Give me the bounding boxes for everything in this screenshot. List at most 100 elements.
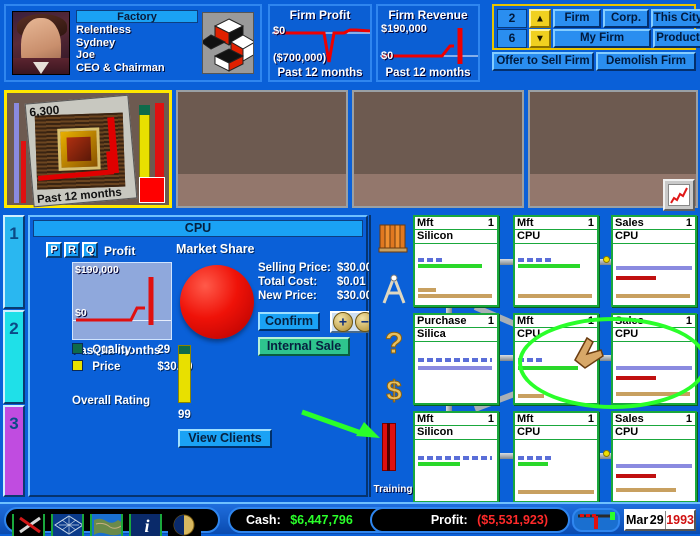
product-button[interactable]: Product bbox=[653, 29, 700, 48]
prq-p-button[interactable]: P bbox=[46, 242, 62, 258]
line-chart-icon[interactable] bbox=[663, 179, 695, 211]
offer-to-sell-firm-button[interactable]: Offer to Sell Firm bbox=[492, 52, 594, 71]
tab-3[interactable]: 3 bbox=[3, 405, 25, 497]
firm-button[interactable]: Firm bbox=[553, 9, 601, 28]
tab-1[interactable]: 1 bbox=[3, 215, 25, 309]
world-map-icon[interactable] bbox=[90, 514, 123, 536]
firm-profit-title: Firm Profit bbox=[289, 8, 351, 22]
dollar-icon[interactable]: $ bbox=[377, 373, 411, 407]
total-cost-label: Total Cost: bbox=[258, 276, 318, 288]
unit-type: Mft bbox=[517, 315, 534, 327]
unit-tile[interactable]: Sales 1 CPU bbox=[611, 411, 697, 503]
price-row: Total Cost: $0.01 bbox=[258, 275, 372, 289]
rating-row-quality: Quality 29 bbox=[72, 343, 193, 356]
question-icon[interactable]: ? bbox=[377, 325, 411, 361]
firm-role: CEO & Chairman bbox=[76, 61, 165, 74]
firm-details: Relentless Sydney Joe CEO & Chairman bbox=[76, 24, 165, 74]
grid-map-icon[interactable] bbox=[51, 514, 84, 536]
confirm-button[interactable]: Confirm bbox=[258, 312, 320, 331]
product-title: CPU bbox=[33, 220, 363, 237]
city-lot-strip: 6,300 Past 12 months bbox=[0, 86, 700, 212]
price-list: Selling Price: $30.00 Total Cost: $0.01 … bbox=[258, 261, 372, 303]
plus-icon: + bbox=[338, 313, 348, 330]
price-swatch-icon bbox=[72, 360, 83, 371]
firm-revenue-bottom-label: $0 bbox=[381, 50, 394, 62]
books-icon[interactable] bbox=[377, 221, 411, 255]
city-lot-2[interactable] bbox=[176, 90, 348, 208]
unit-count: 1 bbox=[587, 315, 594, 327]
unit-tile[interactable]: Mft 1 Silicon bbox=[413, 411, 499, 503]
unit-tile[interactable]: Mft 1 Silicon bbox=[413, 215, 499, 307]
thumbnail-footer: Past 12 months bbox=[36, 186, 123, 206]
demolish-firm-button[interactable]: Demolish Firm bbox=[596, 52, 696, 71]
tool-sidebar: ? $ Training bbox=[369, 215, 413, 497]
svg-text:$: $ bbox=[386, 375, 402, 406]
market-share-bubble[interactable] bbox=[180, 265, 254, 339]
unit-tile-selected[interactable]: Mft 1 CPU bbox=[513, 313, 599, 405]
count-top: 2 bbox=[497, 9, 527, 28]
factory-thumbnail: 6,300 Past 12 months bbox=[24, 94, 138, 208]
unit-tile[interactable]: Sales 1 CPU bbox=[611, 313, 697, 405]
city-lot-3[interactable] bbox=[352, 90, 524, 208]
svg-text:?: ? bbox=[385, 327, 403, 359]
unit-tile[interactable]: Mft 1 CPU bbox=[513, 215, 599, 307]
unit-tile[interactable]: Mft 1 CPU bbox=[513, 411, 599, 503]
unit-product: Silicon bbox=[417, 230, 454, 242]
product-chart-top-label: $190,000 bbox=[75, 264, 119, 276]
up-arrow-button[interactable]: ▲ bbox=[529, 9, 551, 28]
firm-controls-panel: 2 ▲ Firm Corp. This City 6 ▼ My Firm Pro… bbox=[492, 4, 700, 50]
unit-count: 1 bbox=[487, 217, 494, 229]
speed-control-icon[interactable] bbox=[572, 508, 620, 532]
ratings-block: Quality 29 Price $30.00 Overall Rating bbox=[72, 343, 193, 407]
selling-price-label: Selling Price: bbox=[258, 262, 331, 274]
overall-rating-value: 99 bbox=[178, 409, 191, 421]
firm-profit-chart[interactable]: Firm Profit $0 ($700,000) Past 12 months bbox=[268, 4, 372, 82]
view-clients-button[interactable]: View Clients bbox=[178, 429, 272, 448]
city-lot-selected[interactable]: 6,300 Past 12 months bbox=[4, 90, 172, 208]
unit-product: CPU bbox=[615, 230, 639, 242]
unit-tile[interactable]: Purchase 1 Silica bbox=[413, 313, 499, 405]
corp-button[interactable]: Corp. bbox=[603, 9, 649, 28]
tab-3-label: 3 bbox=[9, 414, 19, 434]
tools-icon[interactable] bbox=[12, 514, 45, 536]
firm-revenue-chart[interactable]: Firm Revenue $190,000 $0 Past 12 months bbox=[376, 4, 480, 82]
tab-1-label: 1 bbox=[9, 224, 19, 244]
training-bar-icon[interactable] bbox=[382, 423, 396, 471]
unit-count: 1 bbox=[685, 217, 692, 229]
prq-r-button[interactable]: R bbox=[64, 242, 80, 258]
tab-2[interactable]: 2 bbox=[3, 310, 25, 404]
price-increase-button[interactable]: + bbox=[333, 312, 353, 332]
unit-type: Purchase bbox=[417, 315, 467, 327]
minus-icon: − bbox=[360, 313, 370, 330]
firm-revenue-top-label: $190,000 bbox=[381, 23, 427, 35]
unit-product: CPU bbox=[615, 328, 639, 340]
this-city-button[interactable]: This City bbox=[651, 9, 700, 28]
internal-sale-button[interactable]: Internal Sale bbox=[258, 337, 350, 356]
unit-product: Silicon bbox=[417, 426, 454, 438]
unit-type: Mft bbox=[417, 413, 434, 425]
selling-price-value: $30.00 bbox=[336, 262, 373, 274]
prq-toggle-group: P R Q bbox=[46, 242, 98, 258]
my-firm-button[interactable]: My Firm bbox=[553, 29, 651, 48]
prq-q-button[interactable]: Q bbox=[82, 242, 98, 258]
down-arrow-button[interactable]: ▼ bbox=[529, 29, 551, 48]
unit-product: CPU bbox=[615, 426, 639, 438]
thumbnail-value: 6,300 bbox=[28, 102, 60, 120]
unit-tile[interactable]: Sales 1 CPU bbox=[611, 215, 697, 307]
unit-type: Mft bbox=[517, 217, 534, 229]
profit-value: ($5,531,923) bbox=[477, 513, 548, 527]
clock-icon[interactable] bbox=[168, 514, 201, 536]
total-cost-value: $0.01 bbox=[336, 276, 366, 288]
ceo-portrait bbox=[12, 11, 70, 75]
info-icon[interactable]: i bbox=[129, 514, 162, 536]
pipe-node bbox=[603, 256, 610, 263]
unit-type: Sales bbox=[615, 217, 644, 229]
quality-swatch-icon bbox=[72, 343, 83, 354]
status-bar: i Cash: $6,447,796 Profit: ($5,531,923) bbox=[0, 502, 700, 536]
date-field[interactable]: Mar 29 1993 bbox=[624, 509, 696, 531]
unit-product: Silica bbox=[417, 328, 446, 340]
price-label: Price bbox=[92, 361, 121, 373]
firm-info-panel[interactable]: Factory Relentless Sydney Joe CEO & Chai… bbox=[4, 4, 262, 82]
compass-icon[interactable] bbox=[377, 273, 411, 307]
profit-label: Profit bbox=[104, 244, 136, 258]
